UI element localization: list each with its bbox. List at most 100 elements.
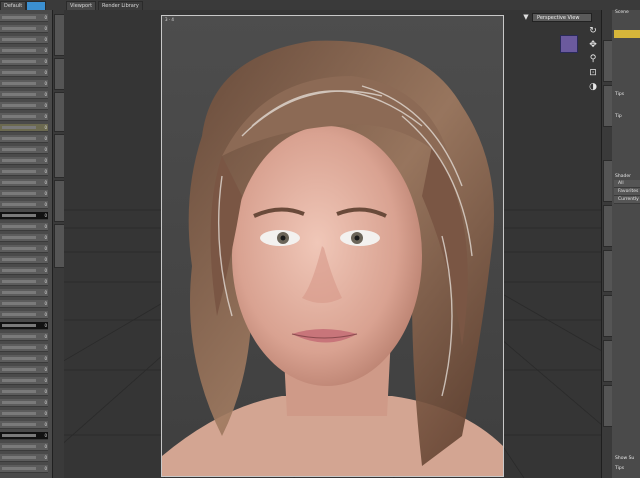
parameter-slider[interactable] (2, 148, 36, 151)
parameter-value[interactable]: 0 (44, 14, 47, 21)
tab-active-marker[interactable] (26, 1, 46, 10)
parameter-row[interactable]: 0 (0, 355, 48, 363)
parameter-value[interactable]: 0 (44, 267, 47, 274)
parameter-value[interactable]: 0 (44, 201, 47, 208)
parameter-row[interactable]: 0 (0, 388, 48, 396)
parameter-value[interactable]: 0 (44, 190, 47, 197)
parameter-row[interactable]: 0 (0, 201, 48, 209)
parameter-row[interactable]: 0 (0, 124, 48, 132)
parameter-slider[interactable] (2, 16, 36, 19)
parameter-value[interactable]: 0 (44, 311, 47, 318)
parameter-slider[interactable] (2, 49, 36, 52)
parameter-value[interactable]: 0 (44, 124, 47, 131)
parameter-slider[interactable] (2, 269, 36, 272)
parameter-row[interactable]: 0 (0, 36, 48, 44)
parameter-slider[interactable] (2, 346, 36, 349)
parameter-slider[interactable] (2, 390, 36, 393)
parameter-row[interactable]: 0 (0, 377, 48, 385)
parameter-value[interactable]: 0 (44, 80, 47, 87)
parameter-row[interactable]: 0 (0, 278, 48, 286)
parameter-slider[interactable] (2, 170, 36, 173)
parameter-row[interactable]: 0 (0, 113, 48, 121)
parameter-slider[interactable] (2, 379, 36, 382)
parameter-row[interactable]: 0 (0, 234, 48, 242)
parameter-row[interactable]: 0 (0, 322, 48, 330)
parameter-row[interactable]: 0 (0, 25, 48, 33)
parameter-row[interactable]: 0 (0, 102, 48, 110)
parameter-row[interactable]: 0 (0, 168, 48, 176)
parameter-slider[interactable] (2, 368, 36, 371)
parameter-value[interactable]: 0 (44, 355, 47, 362)
parameter-value[interactable]: 0 (44, 234, 47, 241)
parameter-row[interactable]: 0 (0, 333, 48, 341)
parameter-value[interactable]: 0 (44, 223, 47, 230)
parameter-row[interactable]: 0 (0, 190, 48, 198)
parameter-slider[interactable] (2, 467, 36, 470)
parameter-row[interactable]: 0 (0, 157, 48, 165)
tab-default[interactable]: Default (0, 1, 27, 10)
parameter-slider[interactable] (2, 258, 36, 261)
parameter-slider[interactable] (2, 401, 36, 404)
parameter-row[interactable]: 0 (0, 443, 48, 451)
parameter-value[interactable]: 0 (44, 157, 47, 164)
parameter-slider[interactable] (2, 104, 36, 107)
parameter-value[interactable]: 0 (44, 146, 47, 153)
parameter-row[interactable]: 0 (0, 465, 48, 473)
parameter-row[interactable]: 0 (0, 245, 48, 253)
parameter-row[interactable]: 0 (0, 267, 48, 275)
parameter-value[interactable]: 0 (44, 91, 47, 98)
parameter-value[interactable]: 0 (44, 113, 47, 120)
parameter-value[interactable]: 0 (44, 399, 47, 406)
category-currently-used[interactable]: Currently (614, 196, 640, 204)
parameter-row[interactable]: 0 (0, 135, 48, 143)
parameter-value[interactable]: 0 (44, 421, 47, 428)
parameter-row[interactable]: 0 (0, 454, 48, 462)
parameter-value[interactable]: 0 (44, 47, 47, 54)
parameter-value[interactable]: 0 (44, 278, 47, 285)
parameter-slider[interactable] (2, 357, 36, 360)
parameter-row[interactable]: 0 (0, 399, 48, 407)
parameter-row[interactable]: 0 (0, 366, 48, 374)
parameter-slider[interactable] (2, 181, 36, 184)
parameter-slider[interactable] (2, 225, 36, 228)
parameter-row[interactable]: 0 (0, 47, 48, 55)
parameter-slider[interactable] (2, 412, 36, 415)
parameter-value[interactable]: 0 (44, 465, 47, 472)
parameter-value[interactable]: 0 (44, 300, 47, 307)
parameter-value[interactable]: 0 (44, 344, 47, 351)
parameter-value[interactable]: 0 (44, 454, 47, 461)
rotate-icon[interactable]: ↻ (588, 26, 598, 36)
parameter-slider[interactable] (2, 423, 36, 426)
parameter-value[interactable]: 0 (44, 410, 47, 417)
tab-render-library[interactable]: Render Library (98, 1, 143, 10)
parameter-row[interactable]: 0 (0, 223, 48, 231)
parameter-slider[interactable] (2, 456, 36, 459)
parameter-row[interactable]: 0 (0, 256, 48, 264)
navigation-cube[interactable] (560, 35, 578, 53)
parameter-slider[interactable] (2, 126, 36, 129)
category-all[interactable]: All (614, 180, 640, 188)
camera-icon[interactable]: ▼ (522, 13, 530, 21)
parameter-slider[interactable] (2, 280, 36, 283)
tab-viewport[interactable]: Viewport (66, 1, 97, 10)
parameter-slider[interactable] (2, 291, 36, 294)
orbit-icon[interactable]: ◑ (588, 82, 598, 92)
parameter-value[interactable]: 0 (44, 25, 47, 32)
parameter-value[interactable]: 0 (44, 322, 47, 329)
parameter-slider[interactable] (2, 115, 36, 118)
parameter-row[interactable]: 0 (0, 300, 48, 308)
parameter-value[interactable]: 0 (44, 102, 47, 109)
parameter-row[interactable]: 0 (0, 289, 48, 297)
parameter-value[interactable]: 0 (44, 179, 47, 186)
pan-icon[interactable]: ✥ (588, 40, 598, 50)
parameter-row[interactable]: 0 (0, 344, 48, 352)
parameter-row[interactable]: 0 (0, 58, 48, 66)
parameter-row[interactable]: 0 (0, 311, 48, 319)
parameter-value[interactable]: 0 (44, 388, 47, 395)
parameter-value[interactable]: 0 (44, 432, 47, 439)
parameter-value[interactable]: 0 (44, 58, 47, 65)
parameter-slider[interactable] (2, 159, 36, 162)
parameter-row[interactable]: 0 (0, 80, 48, 88)
parameter-row[interactable]: 0 (0, 432, 48, 440)
parameter-value[interactable]: 0 (44, 212, 47, 219)
